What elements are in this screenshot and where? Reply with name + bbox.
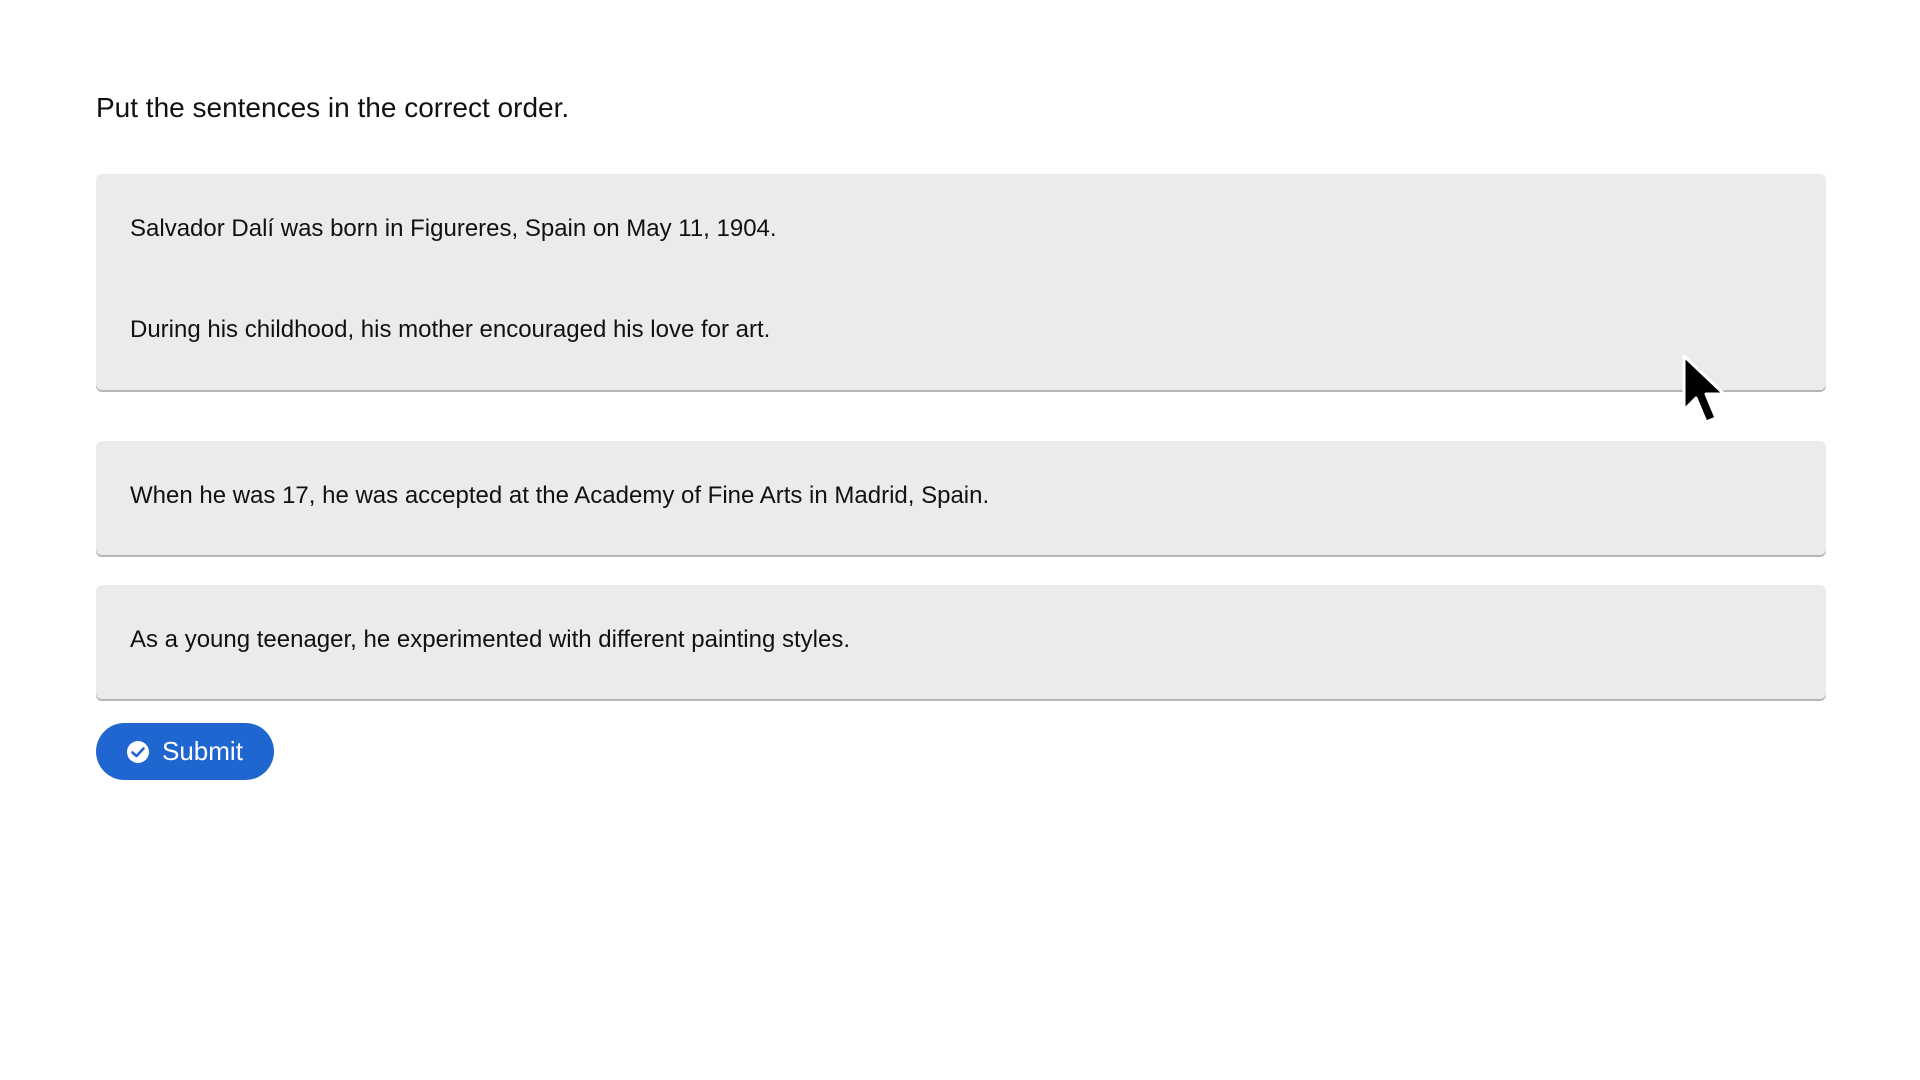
check-circle-icon [126, 740, 150, 764]
sentence-ordering-page: Put the sentences in the correct order. … [0, 0, 1920, 1080]
sentence-text: During his childhood, his mother encoura… [130, 316, 771, 343]
sentence-text: When he was 17, he was accepted at the A… [130, 482, 990, 509]
sentence-card[interactable]: During his childhood, his mother encoura… [96, 288, 1826, 390]
instruction-text: Put the sentences in the correct order. [96, 92, 570, 123]
sentence-card[interactable]: When he was 17, he was accepted at the A… [96, 441, 1826, 555]
sentence-text: As a young teenager, he experimented wit… [130, 626, 851, 653]
submit-button[interactable]: Submit [96, 723, 274, 780]
sentence-text: Salvador Dalí was born in Figureres, Spa… [130, 215, 777, 242]
sentence-card[interactable]: Salvador Dalí was born in Figureres, Spa… [96, 174, 1826, 288]
sentence-card[interactable]: As a young teenager, he experimented wit… [96, 585, 1826, 699]
submit-label: Submit [162, 736, 243, 766]
